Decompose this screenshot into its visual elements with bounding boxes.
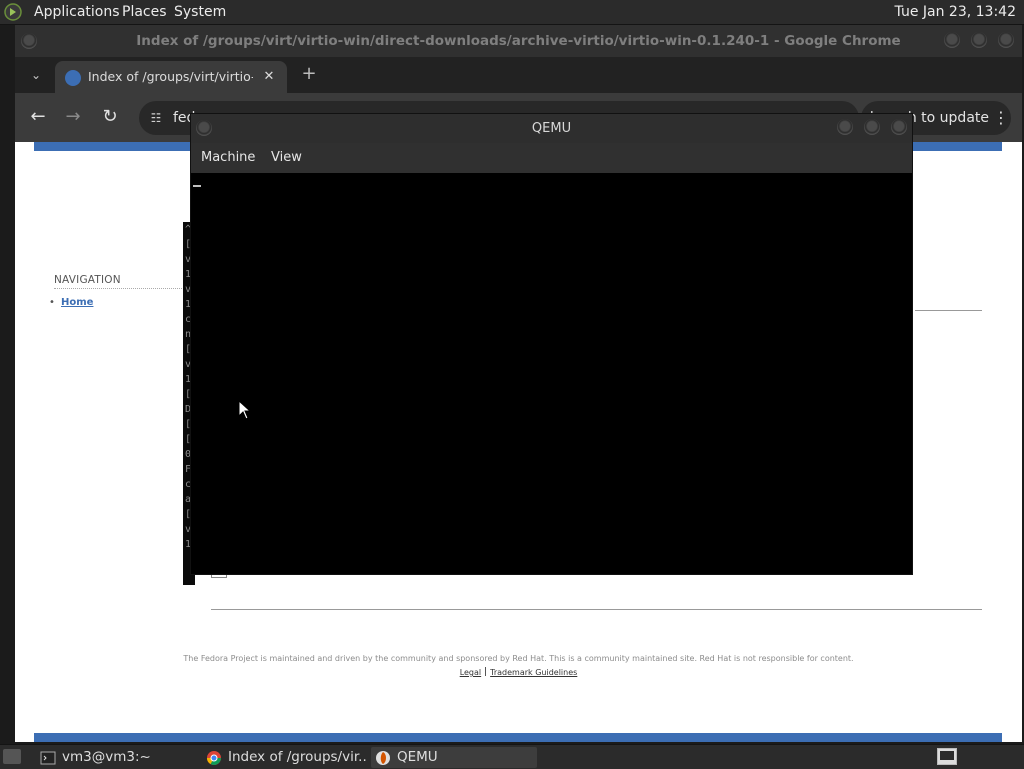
close-icon[interactable] xyxy=(998,32,1014,48)
back-arrow-icon[interactable]: ← xyxy=(27,106,49,128)
fedora-favicon-icon xyxy=(65,70,81,86)
window-menu-icon[interactable] xyxy=(196,120,212,136)
qemu-window: QEMU Machine View xyxy=(191,114,912,574)
chrome-icon xyxy=(207,751,221,765)
close-icon[interactable] xyxy=(891,119,907,135)
tab-virtio-index[interactable]: Index of /groups/virt/virtio-w ✕ xyxy=(55,61,287,93)
tab-title: Index of /groups/virt/virtio-w xyxy=(88,69,253,84)
legal-link[interactable]: Legal xyxy=(460,668,481,677)
task-qemu[interactable]: QEMU xyxy=(371,747,537,768)
footer-text: The Fedora Project is maintained and dri… xyxy=(183,654,854,663)
qemu-icon xyxy=(376,751,390,765)
clock[interactable]: Tue Jan 23, 13:42 xyxy=(895,0,1016,24)
footer-links: Legal Trademark Guidelines xyxy=(15,667,1022,677)
qemu-menubar: Machine View xyxy=(191,143,912,173)
nav-home-link[interactable]: Home xyxy=(49,297,94,308)
tab-close-icon[interactable]: ✕ xyxy=(261,69,277,85)
qemu-window-title: QEMU xyxy=(531,121,572,136)
bottom-taskbar: vm3@vm3:~ Index of /groups/vir... QEMU xyxy=(0,744,1024,769)
tab-search-icon[interactable]: ⌄ xyxy=(27,66,45,84)
mouse-pointer-icon xyxy=(238,400,252,420)
divider xyxy=(915,310,982,311)
minimize-icon[interactable] xyxy=(837,119,853,135)
view-menu[interactable]: View xyxy=(271,143,302,173)
top-panel: Applications Places System Tue Jan 23, 1… xyxy=(0,0,1024,25)
footer-band xyxy=(34,733,1002,742)
divider xyxy=(211,609,982,610)
tab-strip: ⌄ Index of /groups/virt/virtio-w ✕ + xyxy=(15,57,1022,93)
minimize-icon[interactable] xyxy=(944,32,960,48)
new-tab-icon[interactable]: + xyxy=(299,64,319,84)
workspace-switcher-icon[interactable] xyxy=(937,748,957,765)
maximize-icon[interactable] xyxy=(864,119,880,135)
task-label: QEMU xyxy=(397,749,438,765)
terminal-icon xyxy=(40,751,56,765)
site-info-icon[interactable]: ☷ xyxy=(148,110,164,126)
task-label: Index of /groups/vir... xyxy=(228,749,368,765)
gnome-foot-icon[interactable] xyxy=(4,3,22,21)
window-menu-icon[interactable] xyxy=(21,33,37,49)
footer-separator xyxy=(485,667,487,676)
task-terminal[interactable]: vm3@vm3:~ xyxy=(36,747,198,768)
system-menu[interactable]: System xyxy=(174,0,226,24)
vm-display[interactable] xyxy=(191,173,912,574)
chrome-window-title: Index of /groups/virt/virtio-win/direct-… xyxy=(136,33,901,49)
places-menu[interactable]: Places xyxy=(122,0,167,24)
chrome-titlebar[interactable]: Index of /groups/virt/virtio-win/direct-… xyxy=(15,25,1022,57)
navigation-heading: NAVIGATION xyxy=(54,274,194,289)
machine-menu[interactable]: Machine xyxy=(201,143,255,173)
task-chrome[interactable]: Index of /groups/vir... xyxy=(202,747,368,768)
text-cursor xyxy=(193,185,201,187)
qemu-titlebar[interactable]: QEMU xyxy=(191,114,912,143)
task-label: vm3@vm3:~ xyxy=(62,749,151,765)
show-desktop-icon[interactable] xyxy=(3,749,21,764)
forward-arrow-icon[interactable]: → xyxy=(62,106,84,128)
trademark-guidelines-link[interactable]: Trademark Guidelines xyxy=(490,668,577,677)
maximize-icon[interactable] xyxy=(971,32,987,48)
applications-menu[interactable]: Applications xyxy=(34,0,120,24)
chrome-menu-icon[interactable]: ⋮ xyxy=(991,101,1011,135)
reload-icon[interactable]: ↻ xyxy=(99,106,121,128)
